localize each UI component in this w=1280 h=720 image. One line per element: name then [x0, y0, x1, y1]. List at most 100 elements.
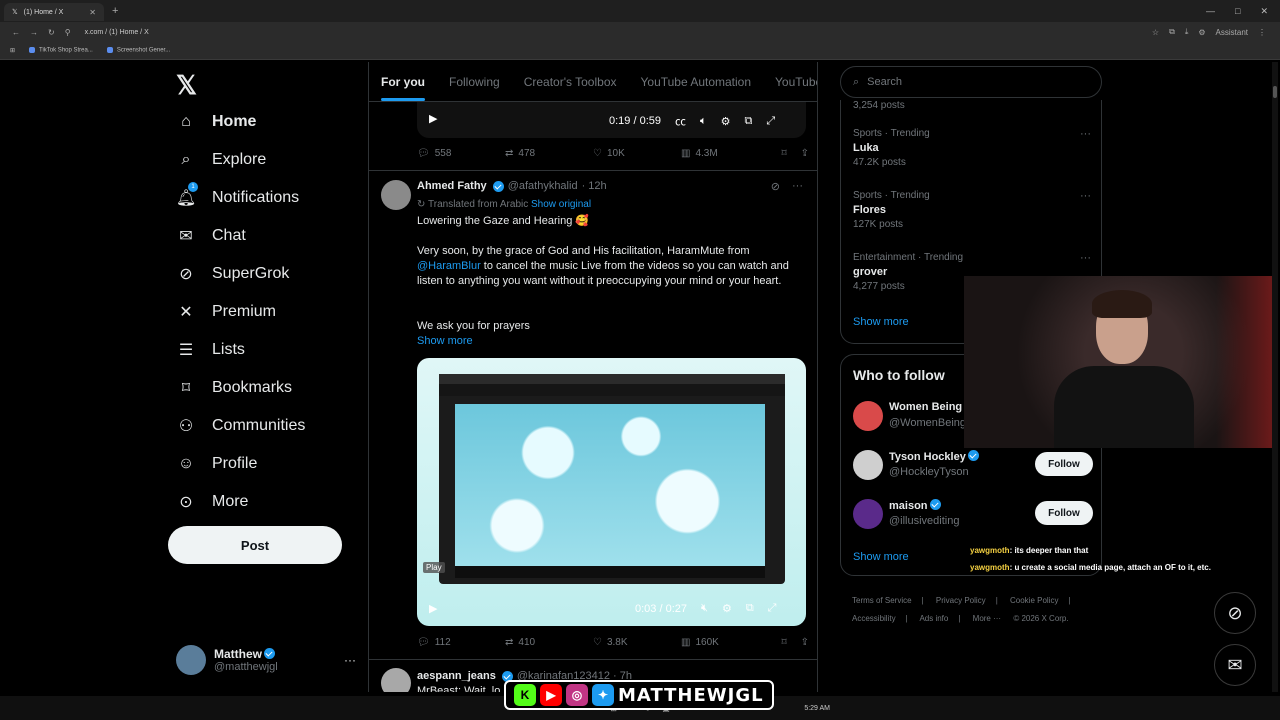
extensions-icon[interactable]: ⧉ [1169, 27, 1175, 37]
more-dots-icon[interactable]: ··· [1080, 128, 1091, 140]
nav-item-premium[interactable]: ✕ Premium [176, 302, 276, 322]
more-dots-icon[interactable]: ··· [792, 180, 803, 193]
privacy-link[interactable]: Privacy Policy [936, 596, 986, 605]
show-more-link[interactable]: Show more [853, 316, 909, 328]
avatar[interactable] [381, 180, 411, 210]
apps-icon[interactable]: ⊞ [10, 47, 15, 54]
share-icon[interactable]: ⇪ [801, 148, 809, 159]
video-time: 0:19 / 0:59 [609, 115, 661, 127]
scrollbar[interactable] [1272, 62, 1278, 692]
ads-info-link[interactable]: Ads info [919, 614, 948, 623]
forward-icon[interactable]: → [30, 28, 38, 37]
mute-icon[interactable]: 🔇︎ [701, 602, 708, 615]
tweet-handle[interactable]: @afathykhalid [508, 180, 578, 192]
account-switcher[interactable]: Matthew @matthewjgl ··· [176, 642, 356, 678]
suggested-user[interactable]: maison @illusivediting Follow [853, 499, 1093, 533]
menu-icon[interactable]: ⋮ [1258, 28, 1266, 37]
search-input[interactable]: ⌕ Search [840, 66, 1102, 98]
suggested-user[interactable]: Tyson Hockley @HockleyTyson Follow [853, 450, 1093, 484]
bookmark-icon[interactable]: ⌑ [781, 148, 786, 159]
tab-creators-toolbox[interactable]: Creator's Toolbox [512, 62, 629, 101]
fullscreen-icon[interactable]: ⤢ [768, 602, 777, 615]
nav-item-lists[interactable]: ☰ Lists [176, 340, 245, 360]
show-more-link[interactable]: Show more [417, 335, 473, 347]
nav-item-more[interactable]: ⊙ More [176, 492, 248, 512]
show-more-link[interactable]: Show more [853, 551, 909, 563]
like-button[interactable]: ♡ 10K [593, 148, 681, 159]
tweet-time[interactable]: · 12h [582, 180, 607, 192]
nav-item-label: Bookmarks [212, 379, 293, 396]
grok-icon[interactable]: ⊘ [771, 180, 780, 193]
close-tab-icon[interactable]: ✕ [89, 8, 96, 17]
avatar[interactable] [381, 668, 411, 692]
settings-icon[interactable]: ⚙ [721, 115, 731, 128]
mention-link[interactable]: @HaramBlur [417, 260, 481, 272]
accessibility-link[interactable]: Accessibility [852, 614, 896, 623]
site-info-icon[interactable]: ⚲ [65, 28, 71, 37]
more-dots-icon[interactable]: ··· [1080, 252, 1091, 264]
tab-youtube[interactable]: YouTube [763, 62, 817, 101]
nav-item-notifications[interactable]: 🔔︎ 1 Notifications [176, 182, 299, 208]
nav-item-communities[interactable]: ⚇ Communities [176, 416, 306, 436]
tweet-author[interactable]: aespann_jeans [417, 670, 496, 682]
grok-icon[interactable]: ⊘ [1214, 592, 1256, 634]
maximize-icon[interactable]: □ [1235, 6, 1240, 17]
pip-icon[interactable]: ⧉ [744, 115, 752, 128]
nav-item-profile[interactable]: ☺ Profile [176, 454, 258, 474]
more-dots-icon[interactable]: ··· [344, 653, 356, 667]
bookmark-tiktok[interactable]: TikTok Shop Strea... [29, 47, 93, 54]
download-icon[interactable]: ⤓ [1185, 27, 1189, 37]
more-link[interactable]: More ··· [973, 614, 1001, 623]
video-player[interactable]: Play [417, 358, 806, 626]
star-icon[interactable]: ☆ [1152, 28, 1159, 37]
reply-button[interactable]: 💬︎ 112 [417, 637, 505, 648]
fullscreen-icon[interactable]: ⤢ [766, 115, 775, 128]
trend-item[interactable]: Sports · Trending Luka 47.2K posts ··· [853, 128, 1093, 168]
reply-button[interactable]: 💬︎ 558 [417, 148, 505, 159]
like-button[interactable]: ♡ 3.8K [593, 637, 681, 648]
back-icon[interactable]: ← [12, 28, 20, 37]
settings-icon[interactable]: ⚙ [1198, 28, 1205, 37]
cookie-link[interactable]: Cookie Policy [1010, 596, 1058, 605]
nav-item-supergrok[interactable]: ⊘ SuperGrok [176, 264, 289, 284]
close-window-icon[interactable]: ✕ [1260, 6, 1268, 17]
new-tab-button[interactable]: + [112, 5, 118, 17]
repost-button[interactable]: ⇄ 478 [505, 148, 593, 159]
nav-item-bookmarks[interactable]: ⌑ Bookmarks [176, 378, 292, 398]
tab-for-you[interactable]: For you [369, 62, 437, 101]
trend-item[interactable]: Sports · Trending Flores 127K posts ··· [853, 190, 1093, 230]
pip-icon[interactable]: ⧉ [746, 602, 754, 615]
nav-item-chat[interactable]: ✉ Chat [176, 226, 246, 246]
messages-icon[interactable]: ✉ [1214, 644, 1256, 686]
terms-link[interactable]: Terms of Service [852, 596, 912, 605]
follow-button[interactable]: Follow [1035, 501, 1093, 525]
assistant-button[interactable]: Assistant [1216, 28, 1248, 37]
tab-youtube-automation[interactable]: YouTube Automation [629, 62, 764, 101]
url-field[interactable]: x.com / (1) Home / X [85, 29, 149, 36]
x-logo-icon[interactable]: 𝕏 [176, 70, 197, 101]
reload-icon[interactable]: ↻ [48, 28, 55, 37]
play-icon[interactable]: ▶ [429, 112, 437, 125]
more-dots-icon[interactable]: ··· [1080, 190, 1091, 202]
nav-item-home[interactable]: ⌂ Home [176, 112, 256, 132]
share-icon[interactable]: ⇪ [801, 637, 809, 648]
repost-button[interactable]: ⇄ 410 [505, 637, 593, 648]
settings-icon[interactable]: ⚙ [722, 602, 732, 615]
nav-item-explore[interactable]: ⌕ Explore [176, 150, 267, 170]
minimize-icon[interactable]: — [1206, 6, 1215, 17]
play-icon[interactable]: ▶ [429, 602, 437, 615]
views-button[interactable]: ▥ 4.3M [681, 148, 769, 159]
bookmark-screenshot[interactable]: Screenshot Gener... [106, 47, 170, 54]
follow-button[interactable]: Follow [1035, 452, 1093, 476]
people-icon: ⚇ [178, 418, 194, 435]
volume-icon[interactable]: 🔈︎ [700, 115, 707, 128]
views-button[interactable]: ▥ 160K [681, 637, 769, 648]
post-button[interactable]: Post [168, 526, 342, 564]
show-original-link[interactable]: Show original [531, 199, 591, 210]
captions-icon[interactable]: ㏄ [675, 113, 686, 129]
browser-tab[interactable]: 𝕏 (1) Home / X ✕ [4, 3, 104, 21]
views-icon: ▥ [681, 637, 691, 648]
tab-following[interactable]: Following [437, 62, 512, 101]
bookmark-icon[interactable]: ⌑ [781, 637, 786, 648]
tweet-author[interactable]: Ahmed Fathy [417, 180, 487, 192]
